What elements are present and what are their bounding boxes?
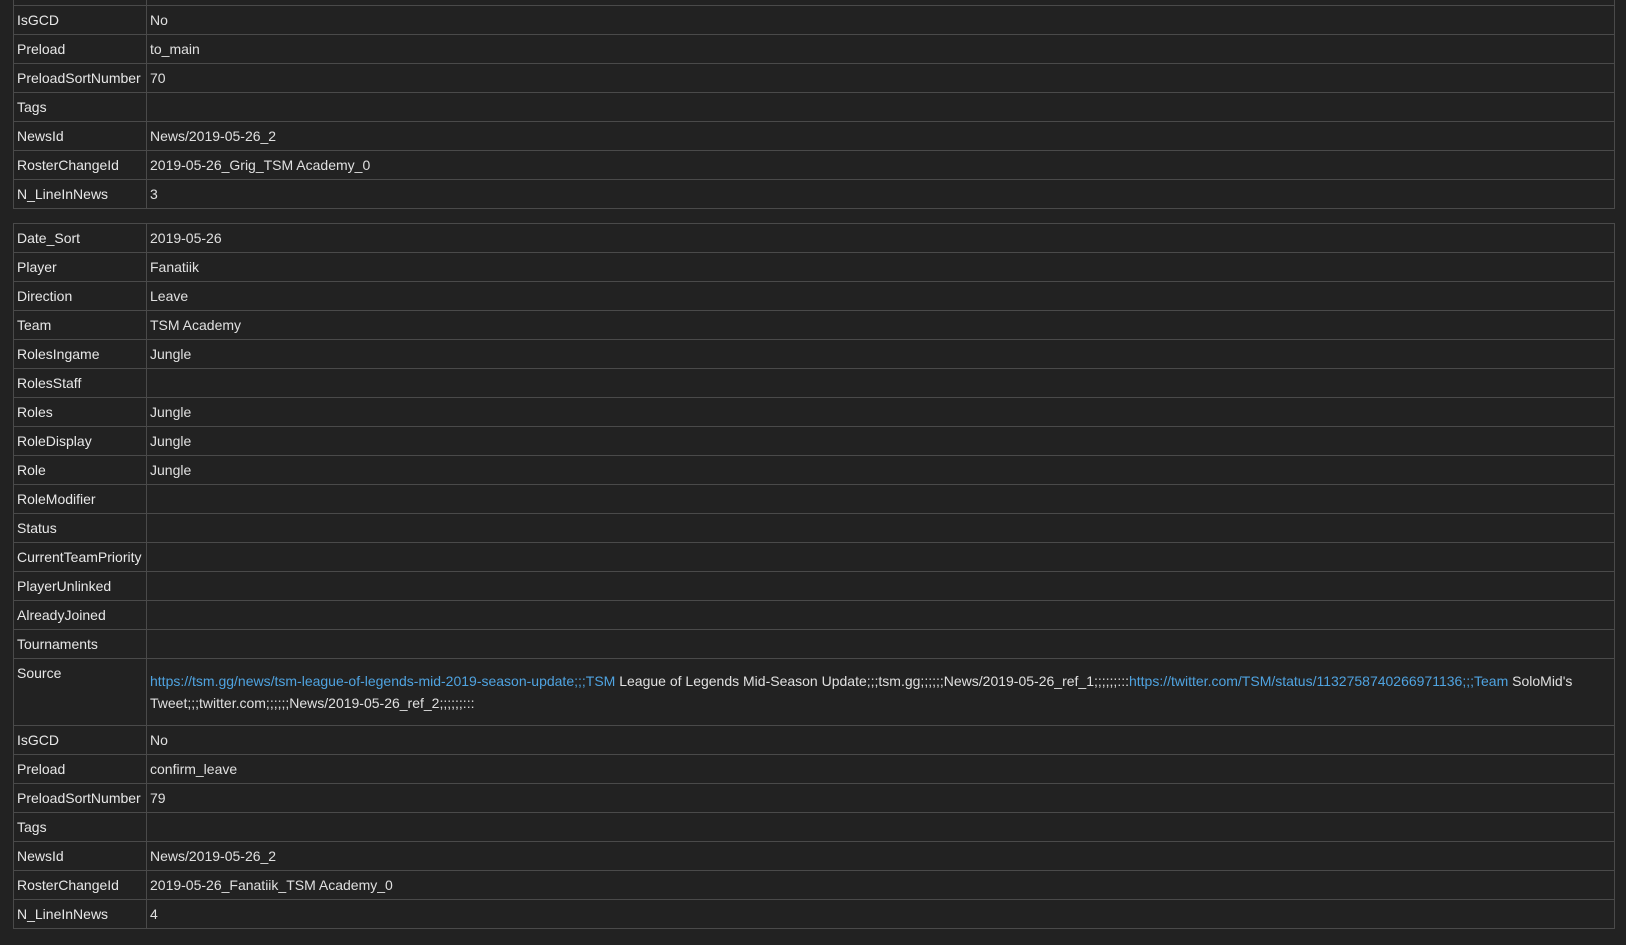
table-row: Preload to_main xyxy=(13,34,1615,64)
field-name: Preload xyxy=(13,34,147,64)
table-row: Preload confirm_leave xyxy=(13,754,1615,784)
source-link-twitter[interactable]: https://twitter.com/TSM/status/113275874… xyxy=(1129,673,1508,689)
field-name: AlreadyJoined xyxy=(13,600,147,630)
field-name: Source xyxy=(13,658,147,726)
record-table-2: Date_Sort 2019-05-26 Player Fanatiik Dir… xyxy=(13,223,1615,929)
table-row: Team TSM Academy xyxy=(13,310,1615,340)
field-value xyxy=(146,571,1615,601)
field-value xyxy=(146,513,1615,543)
field-value: TSM Academy xyxy=(146,310,1615,340)
table-row: NewsId News/2019-05-26_2 xyxy=(13,121,1615,151)
field-value xyxy=(146,92,1615,122)
field-value: Leave xyxy=(146,281,1615,311)
table-row: RosterChangeId 2019-05-26_Grig_TSM Acade… xyxy=(13,150,1615,180)
field-value: News/2019-05-26_2 xyxy=(146,841,1615,871)
field-value: 4 xyxy=(146,899,1615,929)
source-link-tsm[interactable]: https://tsm.gg/news/tsm-league-of-legend… xyxy=(150,673,615,689)
table-row: Status xyxy=(13,513,1615,543)
table-row: IsGCD No xyxy=(13,725,1615,755)
field-name: IsGCD xyxy=(13,725,147,755)
field-name: Status xyxy=(13,513,147,543)
table-row: Date_Sort 2019-05-26 xyxy=(13,223,1615,253)
field-value xyxy=(146,542,1615,572)
table-row: PreloadSortNumber 79 xyxy=(13,783,1615,813)
field-name: Player xyxy=(13,252,147,282)
field-value: confirm_leave xyxy=(146,754,1615,784)
field-value: Jungle xyxy=(146,339,1615,369)
field-value xyxy=(146,484,1615,514)
field-value: 2019-05-26_Grig_TSM Academy_0 xyxy=(146,150,1615,180)
field-value: 70 xyxy=(146,63,1615,93)
results-container: IsGCD No Preload to_main PreloadSortNumb… xyxy=(13,0,1615,943)
field-value: 2019-05-26 xyxy=(146,223,1615,253)
field-value: Jungle xyxy=(146,397,1615,427)
field-name: PlayerUnlinked xyxy=(13,571,147,601)
field-value: News/2019-05-26_2 xyxy=(146,121,1615,151)
table-row: Tags xyxy=(13,812,1615,842)
field-value: Jungle xyxy=(146,455,1615,485)
table-row: Roles Jungle xyxy=(13,397,1615,427)
field-name: Tags xyxy=(13,812,147,842)
field-value xyxy=(146,600,1615,630)
field-name: Tags xyxy=(13,92,147,122)
field-name: N_LineInNews xyxy=(13,179,147,209)
field-name: CurrentTeamPriority xyxy=(13,542,147,572)
field-name: RosterChangeId xyxy=(13,870,147,900)
source-text-1: League of Legends Mid-Season Update;;;ts… xyxy=(615,673,1129,689)
table-row: IsGCD No xyxy=(13,5,1615,35)
field-name: RolesStaff xyxy=(13,368,147,398)
field-name: NewsId xyxy=(13,121,147,151)
table-row: N_LineInNews 4 xyxy=(13,899,1615,929)
field-name: NewsId xyxy=(13,841,147,871)
field-value xyxy=(146,812,1615,842)
table-row: AlreadyJoined xyxy=(13,600,1615,630)
field-value xyxy=(146,368,1615,398)
field-name: Date_Sort xyxy=(13,223,147,253)
field-name: PreloadSortNumber xyxy=(13,63,147,93)
table-row: Tags xyxy=(13,92,1615,122)
field-name: Team xyxy=(13,310,147,340)
field-value: 3 xyxy=(146,179,1615,209)
table-row: RolesIngame Jungle xyxy=(13,339,1615,369)
table-row: PlayerUnlinked xyxy=(13,571,1615,601)
table-row: RolesStaff xyxy=(13,368,1615,398)
source-value: https://tsm.gg/news/tsm-league-of-legend… xyxy=(146,658,1615,726)
table-row: RosterChangeId 2019-05-26_Fanatiik_TSM A… xyxy=(13,870,1615,900)
field-name: Direction xyxy=(13,281,147,311)
record-table-1: IsGCD No Preload to_main PreloadSortNumb… xyxy=(13,0,1615,209)
field-name: Role xyxy=(13,455,147,485)
table-row: Role Jungle xyxy=(13,455,1615,485)
table-row: RoleDisplay Jungle xyxy=(13,426,1615,456)
field-value: to_main xyxy=(146,34,1615,64)
field-name: PreloadSortNumber xyxy=(13,783,147,813)
field-value: 79 xyxy=(146,783,1615,813)
field-value: Jungle xyxy=(146,426,1615,456)
table-row: NewsId News/2019-05-26_2 xyxy=(13,841,1615,871)
field-name: IsGCD xyxy=(13,5,147,35)
table-row: Direction Leave xyxy=(13,281,1615,311)
table-row: N_LineInNews 3 xyxy=(13,179,1615,209)
field-value xyxy=(146,629,1615,659)
field-name: RoleModifier xyxy=(13,484,147,514)
field-value: Fanatiik xyxy=(146,252,1615,282)
field-value: No xyxy=(146,725,1615,755)
table-row: CurrentTeamPriority xyxy=(13,542,1615,572)
field-value: 2019-05-26_Fanatiik_TSM Academy_0 xyxy=(146,870,1615,900)
field-name: RosterChangeId xyxy=(13,150,147,180)
table-row: RoleModifier xyxy=(13,484,1615,514)
table-row-source: Source https://tsm.gg/news/tsm-league-of… xyxy=(13,658,1615,726)
field-name: RoleDisplay xyxy=(13,426,147,456)
field-name: Roles xyxy=(13,397,147,427)
table-row: PreloadSortNumber 70 xyxy=(13,63,1615,93)
field-value: No xyxy=(146,5,1615,35)
field-name: RolesIngame xyxy=(13,339,147,369)
page: { "table1": { "rows": [ {"key": "", "val… xyxy=(0,0,1626,945)
table-row: Tournaments xyxy=(13,629,1615,659)
table-row: Player Fanatiik xyxy=(13,252,1615,282)
field-name: Preload xyxy=(13,754,147,784)
field-name: Tournaments xyxy=(13,629,147,659)
field-name: N_LineInNews xyxy=(13,899,147,929)
